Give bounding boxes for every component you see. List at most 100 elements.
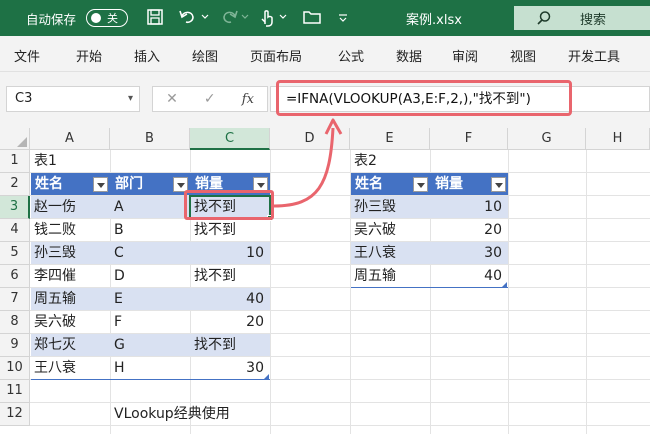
folder-icon[interactable] [302,8,322,26]
table1-cell-b5[interactable]: C [110,242,128,265]
row-header-7[interactable]: 7 [0,288,30,311]
tab-formulas[interactable]: 公式 [338,46,364,65]
row-header-10[interactable]: 10 [0,357,30,380]
chevron-down-icon[interactable] [201,14,209,20]
tab-review[interactable]: 审阅 [452,46,478,65]
customize-toolbar-icon[interactable] [338,13,348,23]
table1-cell-b9[interactable]: G [110,334,129,357]
formula-annotation-box [276,80,572,116]
row-header-2[interactable]: 2 [0,173,30,196]
select-all-button[interactable] [0,128,30,150]
row-header-11[interactable]: 11 [0,380,30,403]
search-icon [537,11,551,25]
row-header-3[interactable]: 3 [0,196,30,219]
tab-home[interactable]: 开始 [76,46,102,65]
tab-developer[interactable]: 开发工具 [568,46,620,65]
filter-dropdown-button[interactable] [413,177,428,192]
column-header-a[interactable]: A [30,128,110,150]
table1-cell-c10[interactable]: 30 [190,357,270,380]
table1-cell-a6[interactable]: 李四催 [30,265,80,288]
table2-title[interactable]: 表2 [350,150,381,173]
check-icon[interactable]: ✓ [204,91,216,107]
table1-cell-c9[interactable]: 找不到 [190,334,240,357]
table2-cell-f3[interactable]: 10 [430,196,508,219]
ribbon-tabs: 文件 开始 插入 绘图 页面布局 公式 数据 审阅 视图 开发工具 [0,36,650,72]
column-header-c[interactable]: C [190,128,270,150]
insert-function-button[interactable]: fx [242,92,254,107]
save-icon[interactable] [146,8,164,26]
table1-cell-a10[interactable]: 王八衰 [30,357,80,380]
title-bar: 自动保存 关 案例.xlsx 搜索 [0,0,650,36]
undo-icon[interactable] [178,8,200,26]
toggle-knob [91,13,101,23]
chevron-down-icon[interactable] [279,14,287,20]
tab-insert[interactable]: 插入 [134,46,160,65]
chevron-down-icon[interactable]: ▾ [128,87,133,111]
touch-mode-icon[interactable] [258,8,276,28]
table1-cell-b7[interactable]: E [110,288,127,311]
table2-cell-e6[interactable]: 周五输 [350,265,400,288]
column-header-f[interactable]: F [430,128,508,150]
table1-header-dept[interactable]: 部门 [111,173,143,196]
tab-page-layout[interactable]: 页面布局 [250,46,302,65]
table1-cell-b3[interactable]: A [110,196,128,219]
caption-text[interactable]: VLookup经典使用 [110,403,234,426]
table1-cell-a4[interactable]: 钱二败 [30,219,80,242]
row-header-4[interactable]: 4 [0,219,30,242]
filter-dropdown-button[interactable] [93,177,108,192]
worksheet-grid[interactable]: A B C D E F G H 1 2 3 4 5 6 7 8 9 10 11 … [0,128,650,434]
column-header-e[interactable]: E [350,128,430,150]
table1-header-name[interactable]: 姓名 [31,173,63,196]
toggle-state: 关 [107,12,118,25]
tab-draw[interactable]: 绘图 [192,46,218,65]
search-box[interactable]: 搜索 [514,6,650,30]
table1-cell-b6[interactable]: D [110,265,129,288]
table2-cell-f4[interactable]: 20 [430,219,508,242]
chevron-down-icon[interactable] [241,14,249,20]
table1-title[interactable]: 表1 [30,150,61,173]
column-header-h[interactable]: H [586,128,650,150]
table1-cell-c6[interactable]: 找不到 [190,265,240,288]
table1-cell-c8[interactable]: 20 [190,311,270,334]
table1-cell-c5[interactable]: 10 [190,242,270,265]
name-box[interactable]: C3 ▾ [6,86,140,112]
table2-bottom-border [351,287,508,288]
tab-file[interactable]: 文件 [14,46,40,65]
column-header-g[interactable]: G [508,128,586,150]
table1-cell-b10[interactable]: H [110,357,129,380]
table1-cell-b4[interactable]: B [110,219,128,242]
table-resize-handle[interactable] [502,282,507,287]
row-header-9[interactable]: 9 [0,334,30,357]
table2-cell-e3[interactable]: 孙三毁 [350,196,400,219]
tab-view[interactable]: 视图 [510,46,536,65]
row-header-12[interactable]: 12 [0,403,30,426]
table1-cell-c4[interactable]: 找不到 [190,219,240,242]
row-header-5[interactable]: 5 [0,242,30,265]
tab-data[interactable]: 数据 [396,46,422,65]
table2-header-name[interactable]: 姓名 [351,173,383,196]
column-header-d[interactable]: D [270,128,350,150]
table-resize-handle[interactable] [264,374,269,379]
row-header-8[interactable]: 8 [0,311,30,334]
table1-cell-a5[interactable]: 孙三毁 [30,242,80,265]
table1-cell-a3[interactable]: 赵一伤 [30,196,80,219]
redo-icon[interactable] [218,8,240,26]
table2-cell-e4[interactable]: 吴六破 [350,219,400,242]
row-header-1[interactable]: 1 [0,150,30,173]
table2-cell-f5[interactable]: 30 [430,242,508,265]
table2-header-sales[interactable]: 销量 [431,173,463,196]
table1-cell-a8[interactable]: 吴六破 [30,311,80,334]
table2-cell-f6[interactable]: 40 [430,265,508,288]
table2-cell-e5[interactable]: 王八衰 [350,242,400,265]
name-box-value: C3 [15,91,33,106]
filter-dropdown-button[interactable] [491,177,506,192]
table1-cell-a7[interactable]: 周五输 [30,288,80,311]
table1-cell-c7[interactable]: 40 [190,288,270,311]
table1-cell-a9[interactable]: 郑七灭 [30,334,80,357]
row-header-6[interactable]: 6 [0,265,30,288]
column-header-b[interactable]: B [110,128,190,150]
close-icon[interactable]: ✕ [166,91,178,107]
table1-bottom-border [31,379,270,380]
table1-cell-b8[interactable]: F [110,311,126,334]
autosave-toggle[interactable]: 关 [86,9,128,27]
